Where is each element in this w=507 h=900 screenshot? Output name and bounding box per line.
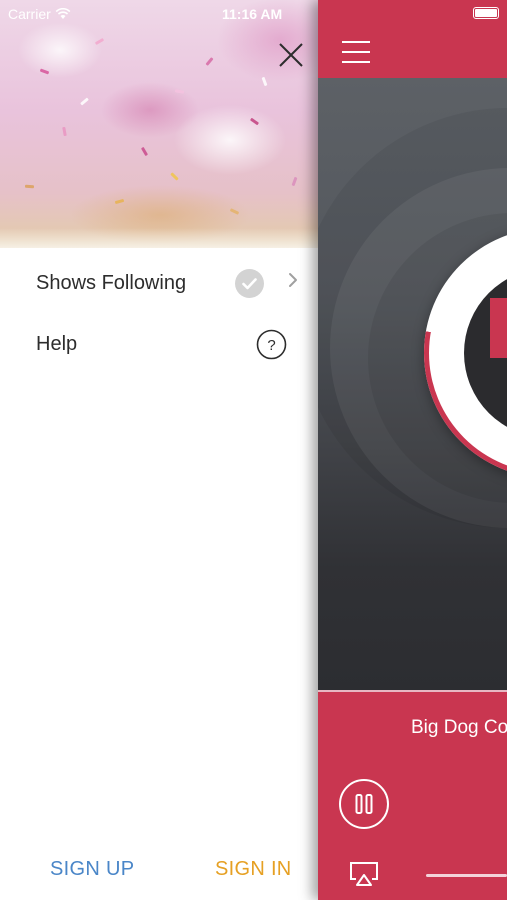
battery-icon xyxy=(473,7,499,19)
menu-item-label: Help xyxy=(36,332,78,355)
question-circle-icon: ? xyxy=(256,329,287,360)
pause-icon xyxy=(339,779,389,829)
drawer-header-image: Carrier 11:16 AM xyxy=(0,0,318,248)
pause-button[interactable] xyxy=(338,778,390,830)
player-controls: Big Dog Co xyxy=(318,692,507,900)
track-title: Big Dog Co xyxy=(411,717,507,738)
airplay-button[interactable] xyxy=(348,860,380,888)
sign-in-button[interactable]: SIGN IN xyxy=(215,858,292,881)
sign-up-button[interactable]: SIGN UP xyxy=(50,858,134,881)
chevron-right-icon xyxy=(289,273,297,287)
menu-item-label: Shows Following xyxy=(36,271,187,294)
wifi-icon xyxy=(55,8,71,19)
artwork-area xyxy=(318,78,507,691)
close-button[interactable] xyxy=(276,40,306,70)
menu-item-help[interactable]: Help ? xyxy=(0,319,318,369)
close-icon xyxy=(279,43,303,67)
carrier-label: Carrier xyxy=(8,6,51,22)
player-panel: Big Dog Co xyxy=(318,0,507,900)
check-circle-icon xyxy=(235,269,264,298)
menu-item-shows-following[interactable]: Shows Following xyxy=(0,258,318,308)
status-carrier: Carrier xyxy=(8,6,71,22)
airplay-icon xyxy=(350,862,378,886)
svg-text:?: ? xyxy=(267,337,275,354)
player-top-bar xyxy=(318,0,507,78)
hamburger-menu-button[interactable] xyxy=(342,41,370,63)
header-fade xyxy=(0,228,318,248)
status-time: 11:16 AM xyxy=(222,6,283,22)
volume-slider[interactable] xyxy=(426,874,507,877)
artwork-logo xyxy=(490,298,507,358)
side-drawer: Carrier 11:16 AM Shows Following Help ? … xyxy=(0,0,318,900)
